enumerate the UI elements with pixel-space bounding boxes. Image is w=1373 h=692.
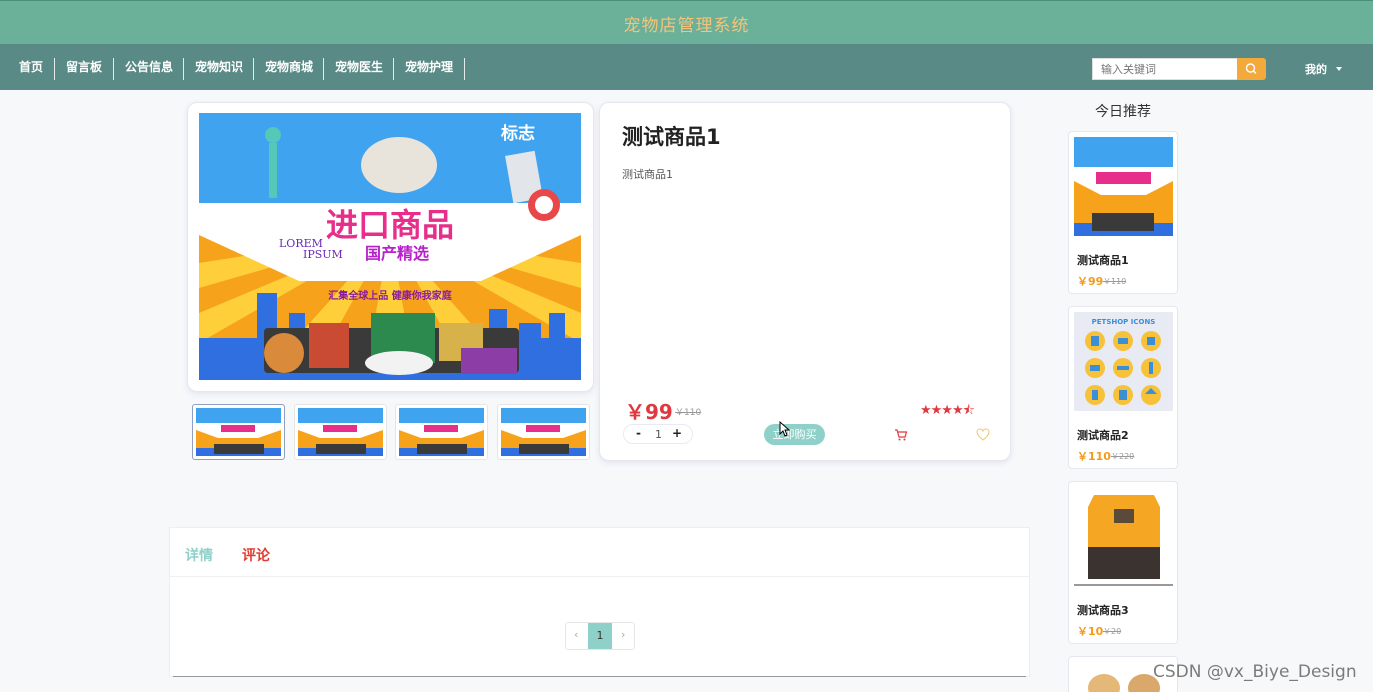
product-title: 测试商品1 xyxy=(622,125,721,149)
tab-comments[interactable]: 评论 xyxy=(242,545,270,565)
next-page-button[interactable]: › xyxy=(621,628,625,641)
nav-divider xyxy=(253,58,254,80)
prev-page-button[interactable]: ‹ xyxy=(574,628,578,641)
chevron-down-icon[interactable] xyxy=(1336,67,1342,71)
banner-slogan: 汇集全球上品 健康你我家庭 xyxy=(328,289,452,302)
heart-icon[interactable] xyxy=(976,428,990,441)
cart-icon[interactable] xyxy=(894,428,908,442)
thumbnail-4[interactable] xyxy=(497,404,590,460)
recommend-price: ￥110 xyxy=(1077,450,1111,463)
search-icon xyxy=(1245,63,1257,74)
recommend-image: PETSHOP ICONS xyxy=(1074,312,1173,411)
quantity-value[interactable]: 1 xyxy=(655,428,662,441)
thumbnail-image xyxy=(399,408,484,456)
banner-subline: 国产精选 xyxy=(365,244,429,263)
petshop-icons-caption: PETSHOP ICONS xyxy=(1092,318,1156,326)
nav-divider xyxy=(464,58,465,80)
search-input[interactable] xyxy=(1092,58,1238,80)
nav-divider xyxy=(54,58,55,80)
detail-comment-panel: 详情 评论 ‹ 1 › xyxy=(169,527,1030,677)
recommend-item[interactable]: 测试商品1 ￥99 ￥110 xyxy=(1068,131,1178,294)
recommend-item[interactable]: 测试商品3 ￥10 ￥20 xyxy=(1068,481,1178,644)
product-original-price: ￥110 xyxy=(675,408,702,418)
app-title: 宠物店管理系统 xyxy=(623,16,750,36)
banner-headline: 进口商品 xyxy=(326,206,454,244)
mouse-cursor-icon xyxy=(779,421,791,437)
pagination: ‹ 1 › xyxy=(565,622,635,650)
nav-divider xyxy=(183,58,184,80)
product-description: 测试商品1 xyxy=(622,168,673,181)
recommend-price: ￥99 xyxy=(1077,275,1104,288)
nav-divider xyxy=(113,58,114,80)
recommend-name: 测试商品1 xyxy=(1077,254,1129,267)
nav-item-guestbook[interactable]: 留言板 xyxy=(66,57,102,77)
current-page[interactable]: 1 xyxy=(588,623,612,649)
recommend-old-price: ￥110 xyxy=(1103,277,1127,286)
nav-divider xyxy=(323,58,324,80)
decrement-button[interactable]: - xyxy=(636,426,641,440)
panel-bottom-divider xyxy=(173,676,1026,677)
banner-image: 进口商品 国产精选 LOREM IPSUM 标志 汇集全球上品 健康你我家庭 xyxy=(199,113,581,380)
recommend-old-price: ￥220 xyxy=(1111,452,1135,461)
recommend-item[interactable]: PETSHOP ICONS 测试商品2 ￥110 ￥220 xyxy=(1068,306,1178,469)
rating-stars: ★★★★⯪ xyxy=(920,403,975,418)
top-bar: 宠物店管理系统 xyxy=(0,0,1373,44)
nav-divider xyxy=(393,58,394,80)
watermark: CSDN @vx_Biye_Design xyxy=(1153,662,1357,682)
product-price: ￥99 xyxy=(625,400,673,424)
recommend-image xyxy=(1074,487,1173,586)
thumbnail-image xyxy=(298,408,383,456)
recommend-old-price: ￥20 xyxy=(1103,627,1122,636)
tab-divider xyxy=(170,576,1029,577)
thumbnail-3[interactable] xyxy=(395,404,488,460)
nav-item-pet-care[interactable]: 宠物护理 xyxy=(405,57,453,77)
nav-item-pet-mall[interactable]: 宠物商城 xyxy=(265,57,313,77)
recommend-image xyxy=(1074,137,1173,236)
product-main-image[interactable]: 进口商品 国产精选 LOREM IPSUM 标志 汇集全球上品 健康你我家庭 xyxy=(199,113,581,380)
thumbnail-1[interactable] xyxy=(192,404,285,460)
recommend-title: 今日推荐 xyxy=(1095,104,1151,120)
banner-brand: 标志 xyxy=(501,123,535,144)
recommend-name: 测试商品2 xyxy=(1077,429,1129,442)
thumbnail-image xyxy=(501,408,586,456)
quantity-stepper: - 1 + xyxy=(623,424,693,444)
nav-item-home[interactable]: 首页 xyxy=(19,57,43,77)
recommend-price: ￥10 xyxy=(1077,625,1104,638)
search-button[interactable] xyxy=(1237,58,1266,80)
tab-details[interactable]: 详情 xyxy=(185,545,213,565)
nav-item-pet-knowledge[interactable]: 宠物知识 xyxy=(195,57,243,77)
nav-item-pet-doctor[interactable]: 宠物医生 xyxy=(335,57,383,77)
thumbnail-2[interactable] xyxy=(294,404,387,460)
nav-item-announcements[interactable]: 公告信息 xyxy=(125,57,173,77)
increment-button[interactable]: + xyxy=(672,426,682,440)
user-menu[interactable]: 我的 xyxy=(1305,61,1327,77)
recommend-name: 测试商品3 xyxy=(1077,604,1129,617)
banner-ipsum: IPSUM xyxy=(303,248,343,261)
thumbnail-image xyxy=(196,408,281,456)
buy-now-button[interactable]: 立即购买 xyxy=(764,424,825,445)
